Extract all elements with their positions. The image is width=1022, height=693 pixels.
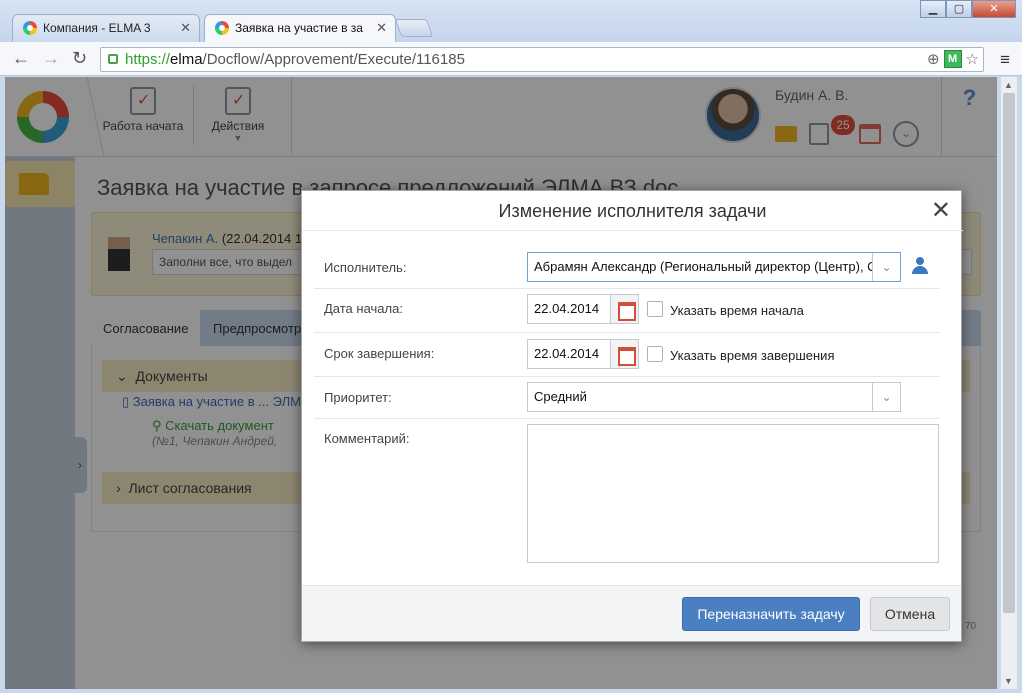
new-tab-button[interactable] (394, 19, 434, 37)
priority-value: Средний (534, 389, 587, 404)
comment-textarea[interactable] (527, 424, 939, 563)
due-time-checkbox[interactable] (647, 346, 663, 362)
due-date-value: 22.04.2014 (534, 346, 600, 361)
zoom-icon[interactable]: ⊕ (927, 50, 940, 68)
chevron-down-icon[interactable]: ⌄ (872, 253, 900, 281)
browser-titlebar: Компания - ELMA 3 ✕ Заявка на участие в … (0, 0, 1022, 42)
executor-row: Исполнитель: Абрамян Александр (Регионал… (314, 247, 940, 289)
user-picker-icon[interactable] (911, 257, 929, 275)
browser-tab-company[interactable]: Компания - ELMA 3 ✕ (12, 14, 200, 42)
browser-tab-title: Заявка на участие в за (235, 21, 363, 35)
start-date-row: Дата начала: 22.04.2014 Указать время на… (314, 289, 940, 333)
dialog-footer: Переназначить задачу Отмена (302, 585, 961, 641)
browser-toolbar: ← → ↻ https://elma/Docflow/Approvement/E… (0, 42, 1022, 76)
due-date-input[interactable]: 22.04.2014 (527, 339, 639, 369)
address-bar[interactable]: https://elma/Docflow/Approvement/Execute… (100, 47, 984, 72)
back-arrow-icon[interactable]: ← (12, 48, 30, 69)
close-icon[interactable]: ✕ (931, 199, 951, 223)
priority-select[interactable]: Средний ⌄ (527, 382, 901, 412)
tab-close-icon[interactable]: ✕ (180, 20, 191, 36)
executor-value: Абрамян Александр (Региональный директор… (534, 259, 884, 274)
tab-close-icon[interactable]: ✕ (376, 20, 387, 36)
chevron-down-icon[interactable]: ⌄ (872, 383, 900, 411)
extension-icon[interactable]: M (943, 50, 962, 68)
comment-label: Комментарий: (324, 431, 410, 446)
executor-select[interactable]: Абрамян Александр (Региональный директор… (527, 252, 901, 282)
forward-arrow-icon[interactable]: → (42, 48, 60, 69)
window-controls: ▁ ▢ ✕ (920, 0, 1016, 18)
due-date-label: Срок завершения: (324, 346, 435, 361)
minimize-icon[interactable]: ▁ (920, 0, 946, 18)
scroll-up-icon[interactable]: ▲ (1004, 80, 1013, 90)
calendar-icon[interactable] (610, 340, 638, 368)
cancel-button[interactable]: Отмена (870, 597, 950, 631)
dialog-title: Изменение исполнителя задачи (302, 191, 963, 231)
start-date-label: Дата начала: (324, 301, 403, 316)
start-date-input[interactable]: 22.04.2014 (527, 294, 639, 324)
executor-label: Исполнитель: (324, 260, 407, 275)
change-executor-dialog: Изменение исполнителя задачи ✕ Исполните… (301, 190, 963, 642)
due-date-row: Срок завершения: 22.04.2014 Указать врем… (314, 333, 940, 377)
reassign-task-button[interactable]: Переназначить задачу (682, 597, 860, 631)
page-scrollbar[interactable]: ▲ ▼ (1000, 77, 1017, 689)
url-scheme: https:// (125, 51, 171, 68)
start-time-checkbox[interactable] (647, 301, 663, 317)
maximize-icon[interactable]: ▢ (946, 0, 972, 18)
priority-label: Приоритет: (324, 390, 392, 405)
browser-tab-application[interactable]: Заявка на участие в за ✕ (204, 14, 396, 42)
start-time-checkbox-label[interactable]: Указать время начала (670, 303, 804, 318)
due-time-checkbox-label[interactable]: Указать время завершения (670, 348, 834, 363)
calendar-icon[interactable] (610, 295, 638, 323)
start-date-value: 22.04.2014 (534, 301, 600, 316)
scroll-down-icon[interactable]: ▼ (1004, 676, 1013, 686)
window-close-icon[interactable]: ✕ (972, 0, 1016, 18)
scrollbar-thumb[interactable] (1003, 93, 1015, 613)
lock-icon (108, 54, 118, 64)
url-host: elma (170, 51, 203, 68)
browser-tab-title: Компания - ELMA 3 (43, 21, 151, 35)
elma-favicon-icon (215, 21, 229, 35)
url-path: /Docflow/Approvement/Execute/116185 (202, 51, 465, 68)
bookmark-star-icon[interactable]: ☆ (966, 50, 979, 68)
reload-icon[interactable]: ↻ (72, 48, 87, 69)
browser-menu-icon[interactable]: ≡ (1000, 50, 1010, 70)
elma-favicon-icon (23, 21, 37, 35)
priority-row: Приоритет: Средний ⌄ (314, 377, 940, 419)
